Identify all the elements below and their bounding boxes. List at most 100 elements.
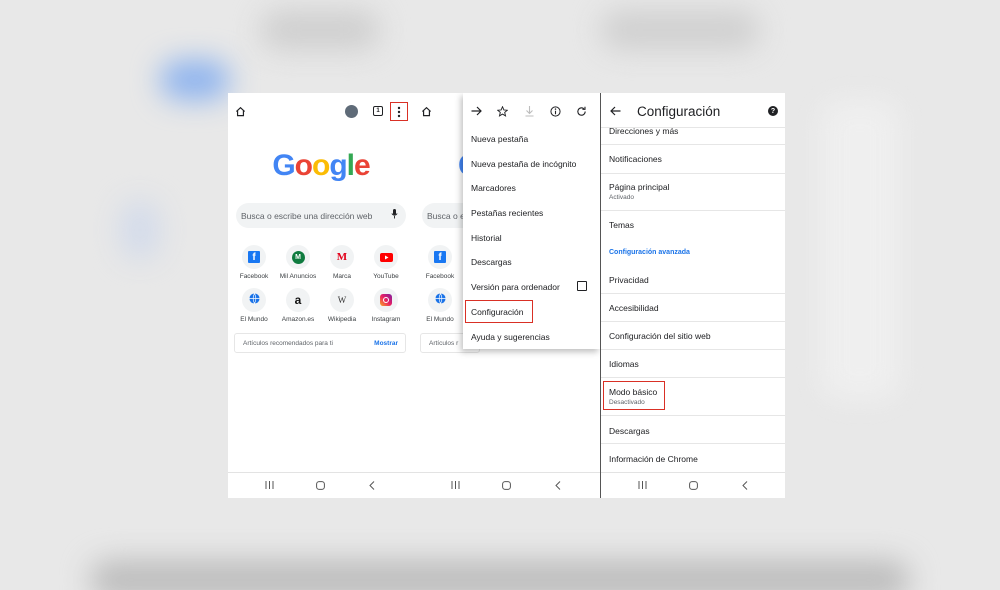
recent-apps-icon[interactable] bbox=[450, 480, 460, 490]
phone-panel-new-tab: 1 Google Busca o escribe una dirección w… bbox=[228, 93, 414, 498]
articles-label: Artículos r bbox=[429, 340, 459, 347]
android-nav-bar bbox=[228, 472, 414, 498]
settings-item-site-settings[interactable]: Configuración del sitio web bbox=[609, 331, 711, 341]
recommended-articles-bar: Artículos recomendados para ti Mostrar bbox=[234, 333, 406, 353]
search-placeholder: Busca o escribe una dirección web bbox=[241, 211, 373, 221]
menu-action-row bbox=[463, 103, 600, 121]
search-input[interactable]: Busca o escribe una dirección web bbox=[236, 203, 406, 228]
divider bbox=[601, 415, 785, 416]
home-nav-icon[interactable] bbox=[501, 480, 511, 490]
forward-icon[interactable] bbox=[470, 105, 482, 117]
home-icon[interactable] bbox=[234, 105, 246, 117]
settings-item-privacy[interactable]: Privacidad bbox=[609, 275, 649, 285]
shortcut-tile-facebook[interactable]: f Facebook bbox=[418, 245, 462, 280]
highlight-lite-mode bbox=[603, 381, 665, 410]
tile-label: Wikipedia bbox=[327, 316, 357, 323]
download-icon[interactable] bbox=[523, 105, 535, 117]
back-nav-icon[interactable] bbox=[740, 480, 750, 490]
show-articles-button[interactable]: Mostrar bbox=[374, 340, 398, 347]
divider bbox=[601, 443, 785, 444]
settings-item-homepage[interactable]: Página principal bbox=[609, 182, 669, 192]
back-nav-icon[interactable] bbox=[553, 480, 563, 490]
android-nav-bar bbox=[414, 472, 600, 498]
settings-item-themes[interactable]: Temas bbox=[609, 220, 634, 230]
tile-label: YouTube bbox=[373, 273, 399, 280]
settings-item-addresses[interactable]: Direcciones y más bbox=[609, 126, 678, 136]
menu-item-history[interactable]: Historial bbox=[471, 233, 502, 243]
home-nav-icon[interactable] bbox=[315, 480, 325, 490]
home-nav-icon[interactable] bbox=[688, 480, 698, 490]
shortcut-tile-wikipedia[interactable]: W Wikipedia bbox=[320, 288, 364, 323]
settings-header: Configuración ? bbox=[601, 101, 785, 123]
info-icon[interactable] bbox=[549, 105, 561, 117]
menu-item-downloads[interactable]: Descargas bbox=[471, 257, 512, 267]
chrome-overflow-menu: Nueva pestaña Nueva pestaña de incógnito… bbox=[463, 93, 600, 349]
shortcut-tile-instagram[interactable]: Instagram bbox=[364, 288, 408, 323]
facebook-icon: f bbox=[248, 251, 260, 263]
recent-apps-icon[interactable] bbox=[637, 480, 647, 490]
tabs-count-icon[interactable]: 1 bbox=[373, 106, 383, 116]
toolbar: 1 bbox=[228, 101, 414, 123]
youtube-icon bbox=[379, 252, 393, 262]
menu-item-new-tab[interactable]: Nueva pestaña bbox=[471, 134, 528, 144]
tile-label: Facebook bbox=[425, 273, 455, 280]
shortcut-tile-mil-anuncios[interactable]: M Mil Anuncios bbox=[276, 245, 320, 280]
highlight-more-options bbox=[390, 102, 408, 121]
avatar[interactable] bbox=[345, 105, 358, 118]
settings-item-languages[interactable]: Idiomas bbox=[609, 359, 639, 369]
recent-apps-icon[interactable] bbox=[264, 480, 274, 490]
microphone-icon[interactable] bbox=[391, 209, 398, 221]
tile-label: Amazon.es bbox=[281, 316, 315, 323]
marca-icon: M bbox=[336, 251, 348, 263]
menu-item-desktop-site[interactable]: Versión para ordenador bbox=[471, 282, 560, 292]
reload-icon[interactable] bbox=[575, 105, 587, 117]
screenshots-container: 1 Google Busca o escribe una dirección w… bbox=[228, 93, 785, 498]
divider bbox=[601, 144, 785, 145]
tile-label: Marca bbox=[332, 273, 352, 280]
phone-panel-menu: G Busca o e f Facebook El Mundo Artículo… bbox=[414, 93, 600, 498]
menu-item-help[interactable]: Ayuda y sugerencias bbox=[471, 332, 550, 342]
phone-panel-settings: Configuración ? Direcciones y más Notifi… bbox=[600, 93, 785, 498]
back-arrow-icon[interactable] bbox=[609, 105, 621, 117]
bookmark-star-icon[interactable] bbox=[496, 105, 508, 117]
divider bbox=[601, 293, 785, 294]
help-icon[interactable]: ? bbox=[768, 106, 778, 116]
settings-item-notifications[interactable]: Notificaciones bbox=[609, 154, 662, 164]
shortcut-tile-facebook[interactable]: f Facebook bbox=[232, 245, 276, 280]
milanuncios-icon: M bbox=[291, 250, 305, 264]
shortcut-tile-el-mundo[interactable]: El Mundo bbox=[418, 288, 462, 323]
settings-item-about-chrome[interactable]: Información de Chrome bbox=[609, 454, 698, 464]
section-advanced-heading: Configuración avanzada bbox=[609, 249, 690, 256]
home-icon[interactable] bbox=[420, 105, 432, 117]
divider bbox=[601, 321, 785, 322]
globe-icon bbox=[434, 291, 446, 309]
shortcut-tile-amazon[interactable]: a Amazon.es bbox=[276, 288, 320, 323]
divider bbox=[601, 210, 785, 211]
tile-label: Mil Anuncios bbox=[279, 273, 317, 280]
divider bbox=[601, 349, 785, 350]
tile-label: Instagram bbox=[371, 316, 401, 323]
google-logo: Google bbox=[272, 149, 370, 182]
settings-item-downloads[interactable]: Descargas bbox=[609, 426, 650, 436]
shortcut-tile-marca[interactable]: M Marca bbox=[320, 245, 364, 280]
desktop-site-checkbox[interactable] bbox=[577, 281, 587, 291]
globe-icon bbox=[248, 291, 260, 309]
menu-item-recent-tabs[interactable]: Pestañas recientes bbox=[471, 208, 543, 218]
wikipedia-icon: W bbox=[337, 295, 347, 305]
divider bbox=[601, 377, 785, 378]
shortcut-tile-youtube[interactable]: YouTube bbox=[364, 245, 408, 280]
articles-label: Artículos recomendados para ti bbox=[243, 340, 333, 347]
facebook-icon: f bbox=[434, 251, 446, 263]
settings-item-accessibility[interactable]: Accesibilidad bbox=[609, 303, 659, 313]
shortcut-tile-el-mundo[interactable]: El Mundo bbox=[232, 288, 276, 323]
homepage-status: Activado bbox=[609, 194, 634, 201]
menu-item-bookmarks[interactable]: Marcadores bbox=[471, 183, 516, 193]
page-title: Configuración bbox=[637, 104, 721, 119]
tile-label: El Mundo bbox=[426, 316, 454, 323]
divider bbox=[601, 173, 785, 174]
status-bar bbox=[228, 93, 414, 99]
tile-label: Facebook bbox=[239, 273, 269, 280]
search-placeholder: Busca o e bbox=[427, 211, 465, 221]
back-nav-icon[interactable] bbox=[367, 480, 377, 490]
menu-item-incognito-tab[interactable]: Nueva pestaña de incógnito bbox=[471, 159, 576, 169]
